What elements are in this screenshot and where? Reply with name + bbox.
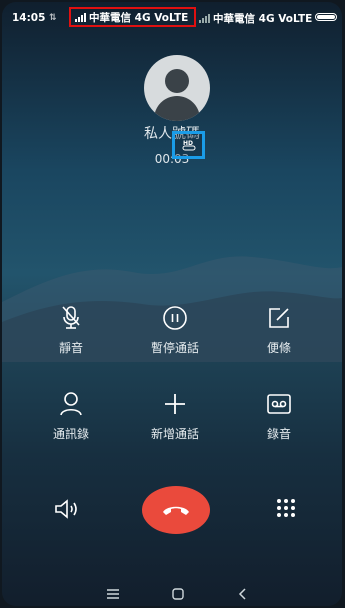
sim1-carrier-highlight: 中華電信 4G VoLTE	[69, 7, 196, 27]
mute-label: 靜音	[58, 341, 83, 355]
in-call-screen: 14:05 ⇅ 中華電信 4G VoLTE 中華電信 4G VoLTE 私人號碼…	[2, 2, 342, 606]
add-call-label: 新增通話	[150, 427, 199, 441]
signal-strength-icon	[199, 14, 210, 23]
record-button[interactable]: 錄音	[224, 388, 334, 442]
keypad-button[interactable]	[276, 498, 296, 522]
end-call-icon	[163, 506, 189, 515]
caller-avatar	[144, 55, 210, 121]
navigation-bar	[2, 576, 342, 606]
battery-icon	[315, 13, 337, 21]
pause-icon	[163, 306, 187, 330]
hd-voice-icon-highlight: HD	[172, 131, 205, 159]
hold-label: 暫停通話	[150, 341, 199, 355]
keypad-icon	[277, 499, 295, 517]
note-icon	[269, 308, 289, 328]
contacts-icon	[60, 392, 82, 416]
back-button[interactable]	[238, 585, 248, 604]
status-time: 14:05	[12, 12, 46, 24]
dual-sim-icon: ⇅	[49, 13, 57, 23]
note-label: 便條	[266, 341, 291, 355]
signal-strength-icon	[75, 12, 86, 22]
mute-mic-icon	[62, 306, 80, 329]
record-label: 錄音	[266, 427, 291, 441]
sim2-carrier: 中華電信 4G VoLTE	[199, 11, 312, 26]
speaker-button[interactable]	[54, 499, 80, 523]
add-call-button[interactable]: 新增通話	[120, 388, 230, 442]
hd-voice-icon: HD	[182, 140, 195, 151]
home-icon	[172, 588, 184, 600]
contacts-button[interactable]: 通訊錄	[16, 388, 126, 442]
record-icon	[267, 394, 291, 414]
contacts-label: 通訊錄	[52, 427, 89, 441]
home-button[interactable]	[172, 585, 184, 604]
menu-icon	[107, 589, 119, 599]
end-call-button[interactable]	[142, 486, 210, 534]
menu-button[interactable]	[106, 585, 120, 604]
hold-button[interactable]: 暫停通話	[120, 302, 230, 356]
mute-button[interactable]: 靜音	[16, 302, 126, 356]
note-button[interactable]: 便條	[224, 302, 334, 356]
sim2-carrier-label: 中華電信 4G VoLTE	[213, 13, 313, 25]
speaker-icon	[55, 499, 77, 519]
add-call-icon	[165, 394, 185, 414]
back-icon	[238, 588, 246, 600]
status-bar: 14:05 ⇅ 中華電信 4G VoLTE 中華電信 4G VoLTE	[2, 2, 342, 32]
sim1-carrier-label: 中華電信 4G VoLTE	[89, 11, 189, 24]
